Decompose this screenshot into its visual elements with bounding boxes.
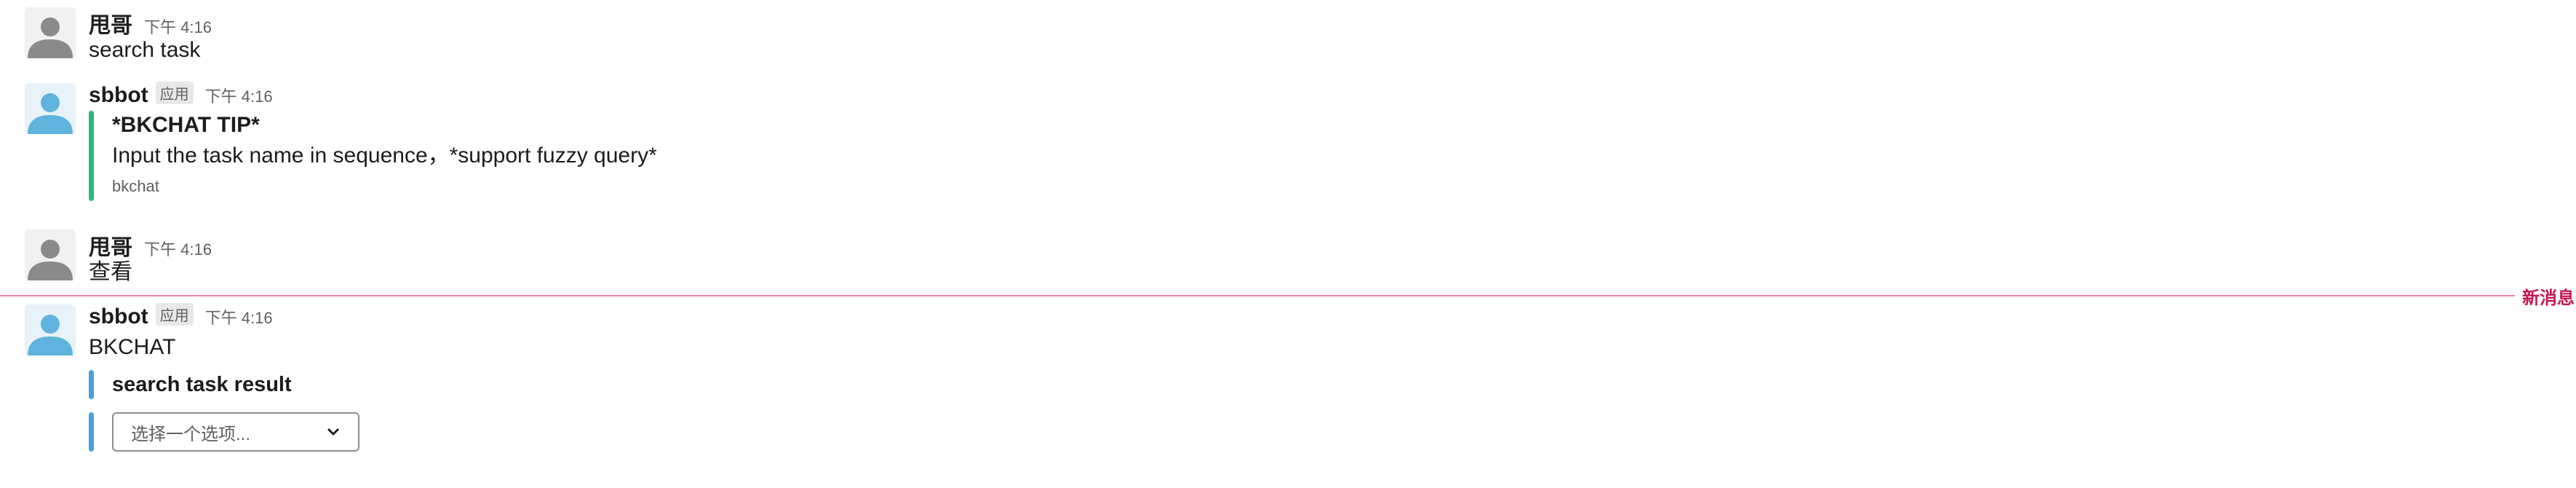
attachment: *BKCHAT TIP* Input the task name in sequ… (89, 111, 2547, 201)
author-name[interactable]: sbbot (89, 83, 148, 108)
person-blue-icon (28, 315, 73, 355)
person-gray-icon (28, 240, 73, 280)
app-badge: 应用 (155, 82, 194, 104)
timestamp[interactable]: 下午 4:16 (205, 84, 273, 107)
message-text: search task (89, 38, 201, 62)
option-select[interactable]: 选择一个选项... (112, 412, 359, 452)
attachment: search task result (89, 370, 2547, 399)
attachment-color-bar (89, 412, 94, 452)
attachment-title: search task result (112, 373, 292, 396)
author-name[interactable]: sbbot (89, 304, 148, 329)
message-content: sbbot 应用 下午 4:16 BKCHAT search task resu… (89, 303, 2547, 452)
attachment-color-bar (89, 370, 94, 399)
person-gray-icon (28, 17, 73, 58)
bot-avatar[interactable] (25, 304, 76, 355)
attachment-actions: 选择一个选项... (89, 412, 2547, 452)
timestamp[interactable]: 下午 4:16 (144, 237, 212, 260)
message-text: BKCHAT (89, 335, 176, 359)
bot-avatar[interactable] (25, 83, 76, 134)
message-content: 甩哥 下午 4:16 search task (89, 7, 2547, 66)
person-blue-icon (28, 93, 73, 134)
attachment-title: *BKCHAT TIP* (112, 113, 260, 137)
user-avatar[interactable] (25, 7, 76, 58)
message-content: sbbot 应用 下午 4:16 *BKCHAT TIP* Input the … (89, 82, 2547, 201)
new-messages-divider (0, 295, 2576, 296)
attachment-color-bar (89, 111, 94, 201)
select-placeholder: 选择一个选项... (131, 424, 251, 444)
timestamp[interactable]: 下午 4:16 (205, 305, 273, 328)
message-content: 甩哥 下午 4:16 查看 (89, 229, 2547, 288)
attachment-text: Input the task name in sequence，*support… (112, 143, 657, 168)
app-badge: 应用 (155, 303, 194, 326)
message-text: 查看 (89, 260, 132, 284)
user-avatar[interactable] (25, 229, 76, 280)
attachment-footer: bkchat (112, 177, 159, 195)
chevron-down-icon (327, 428, 339, 436)
